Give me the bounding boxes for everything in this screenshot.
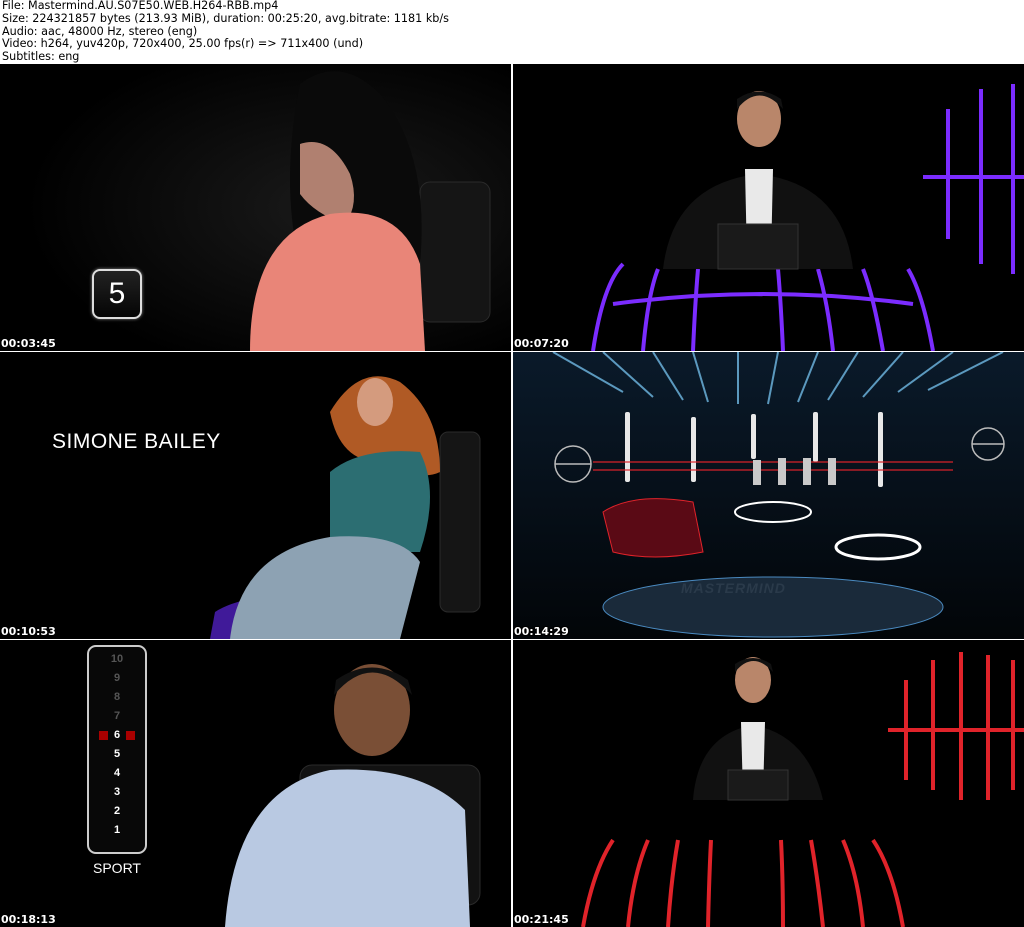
score-7: 7 xyxy=(113,710,121,722)
thumbnail-2[interactable]: 00:07:20 xyxy=(513,64,1024,351)
timestamp: 00:10:53 xyxy=(1,625,56,638)
score-6: 6 xyxy=(113,729,121,741)
scene-contestant-man xyxy=(0,640,511,927)
thumbnail-3[interactable]: SIMONE BAILEY 00:10:53 xyxy=(0,352,511,639)
score-3: 3 xyxy=(113,786,121,798)
timestamp: 00:18:13 xyxy=(1,913,56,926)
file-name-line: File: Mastermind.AU.S07E50.WEB.H264-RBB.… xyxy=(2,0,279,12)
score-10: 10 xyxy=(110,653,124,665)
subtitles-info-line: Subtitles: eng xyxy=(2,50,80,64)
mastermind-floor-logo: MASTERMIND xyxy=(681,580,786,596)
countdown-number: 5 xyxy=(92,269,142,319)
timestamp: 00:07:20 xyxy=(514,337,569,350)
score-4: 4 xyxy=(113,767,121,779)
timestamp: 00:14:29 xyxy=(514,625,569,638)
thumbnail-4[interactable]: MASTERMIND 00:14:29 xyxy=(513,352,1024,639)
timestamp: 00:03:45 xyxy=(1,337,56,350)
thumbnail-grid: 5 00:03:45 00:07:20 SIMONE BAILEY 00:10:… xyxy=(0,64,1024,927)
thumbnail-1[interactable]: 5 00:03:45 xyxy=(0,64,511,351)
score-5: 5 xyxy=(113,748,121,760)
file-size-line: Size: 224321857 bytes (213.93 MiB), dura… xyxy=(2,11,450,25)
scene-host-red xyxy=(513,640,1024,927)
score-panel: 10 9 8 7 6 5 4 3 2 1 xyxy=(87,645,147,854)
score-1: 1 xyxy=(113,824,121,836)
file-info-header: File: Mastermind.AU.S07E50.WEB.H264-RBB.… xyxy=(2,0,1022,64)
scene-contestant-woman-pink xyxy=(0,64,511,351)
thumbnail-5[interactable]: 10 9 8 7 6 5 4 3 2 1 SPORT 00:18:13 xyxy=(0,640,511,927)
video-info-line: Video: h264, yuv420p, 720x400, 25.00 fps… xyxy=(2,37,364,51)
thumbnail-6[interactable]: 00:21:45 xyxy=(513,640,1024,927)
score-2: 2 xyxy=(113,805,121,817)
timestamp: 00:21:45 xyxy=(514,913,569,926)
contestant-name-caption: SIMONE BAILEY xyxy=(52,430,221,453)
score-8: 8 xyxy=(113,691,121,703)
scene-contestant-woman-teal xyxy=(0,352,511,639)
category-label: SPORT xyxy=(93,860,141,876)
score-9: 9 xyxy=(113,672,121,684)
scene-host-purple xyxy=(513,64,1024,351)
